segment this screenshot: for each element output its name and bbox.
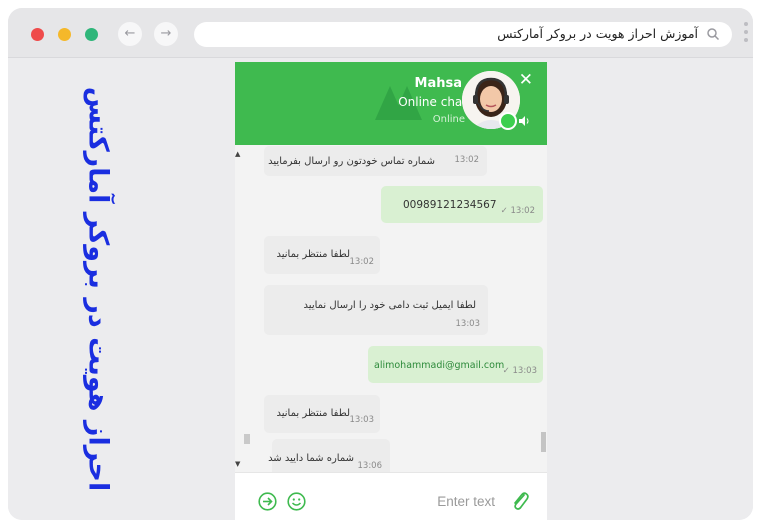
chat-message-outgoing: alimohammadi@gmail.com ✓ 13:03 xyxy=(368,346,543,383)
message-text: لطفا ایمیل ثبت دامی خود را ارسال نمایید xyxy=(303,300,476,311)
close-window-button[interactable] xyxy=(31,28,44,41)
vertical-page-title-text: احراز هویت در بروکر آمارکتس xyxy=(82,86,114,492)
message-time: ✓ 13:03 xyxy=(502,366,538,376)
address-bar[interactable]: آموزش احراز هویت در بروکر آمارکتس xyxy=(194,22,732,47)
agent-status: Online xyxy=(432,114,465,125)
chat-message-incoming: لطفا ایمیل ثبت دامی خود را ارسال نمایید … xyxy=(264,285,488,335)
message-list[interactable]: شماره تماس خودتون رو ارسال بفرمایید 13:0… xyxy=(235,145,547,472)
chat-message-incoming: لطفا منتظر بمانید 13:03 xyxy=(264,395,380,433)
chat-widget: Mahsa Online chat Online ✕ شماره تماس خو… xyxy=(235,62,547,520)
message-time-value: 13:03 xyxy=(512,366,538,376)
scrollbar-thumb-left[interactable] xyxy=(244,434,250,444)
message-time: 13:03 xyxy=(455,319,481,329)
page-content: احراز هویت در بروکر آمارکتس Mahsa Online… xyxy=(8,59,753,520)
address-bar-text: آموزش احراز هویت در بروکر آمارکتس xyxy=(497,26,698,41)
maximize-window-button[interactable] xyxy=(85,28,98,41)
send-arrow-icon[interactable] xyxy=(258,492,277,511)
message-time: 13:02 xyxy=(349,257,375,267)
chat-subtitle: Online chat xyxy=(398,95,467,109)
chat-message-incoming: شماره تماس خودتون رو ارسال بفرمایید 13:0… xyxy=(264,146,487,176)
message-text: لطفا منتظر بمانید xyxy=(276,249,351,260)
message-time: 13:03 xyxy=(349,415,375,425)
close-chat-button[interactable]: ✕ xyxy=(519,72,533,89)
back-button[interactable]: ← xyxy=(118,22,142,46)
message-input[interactable] xyxy=(335,487,495,515)
agent-name: Mahsa xyxy=(414,76,462,91)
scrollbar-thumb-right[interactable] xyxy=(541,432,546,452)
message-text: 00989121234567 xyxy=(403,199,497,211)
online-indicator xyxy=(499,112,517,130)
message-text: شماره شما دایید شد xyxy=(268,453,354,464)
emoji-icon[interactable] xyxy=(287,492,306,511)
message-composer xyxy=(235,472,547,520)
message-text: لطفا منتظر بمانید xyxy=(276,408,351,419)
message-time-value: 13:02 xyxy=(510,206,536,216)
message-time: 13:02 xyxy=(454,155,480,165)
chat-message-incoming: لطفا منتظر بمانید 13:02 xyxy=(264,236,380,274)
sound-icon[interactable] xyxy=(518,115,530,127)
scroll-down-icon[interactable]: ▼ xyxy=(235,460,243,468)
chat-message-outgoing: 00989121234567 ✓ 13:02 xyxy=(381,186,543,223)
chat-header: Mahsa Online chat Online ✕ xyxy=(235,62,547,145)
scroll-up-icon[interactable]: ▲ xyxy=(235,150,243,158)
forward-button[interactable]: → xyxy=(154,22,178,46)
message-time: ✓ 13:02 xyxy=(500,206,536,216)
browser-toolbar: ← → آموزش احراز هویت در بروکر آمارکتس xyxy=(8,8,753,58)
chat-message-incoming: شماره شما دایید شد 13:06 xyxy=(268,439,390,472)
search-icon xyxy=(707,28,720,41)
message-text: شماره تماس خودتون رو ارسال بفرمایید xyxy=(268,156,435,167)
message-time: 13:06 xyxy=(357,461,383,471)
attachment-icon[interactable] xyxy=(510,490,530,512)
vertical-page-title: احراز هویت در بروکر آمارکتس xyxy=(68,87,128,491)
more-options-icon[interactable] xyxy=(744,22,748,46)
browser-window: ← → آموزش احراز هویت در بروکر آمارکتس اح… xyxy=(8,8,753,520)
minimize-window-button[interactable] xyxy=(58,28,71,41)
message-text: alimohammadi@gmail.com xyxy=(374,360,505,371)
